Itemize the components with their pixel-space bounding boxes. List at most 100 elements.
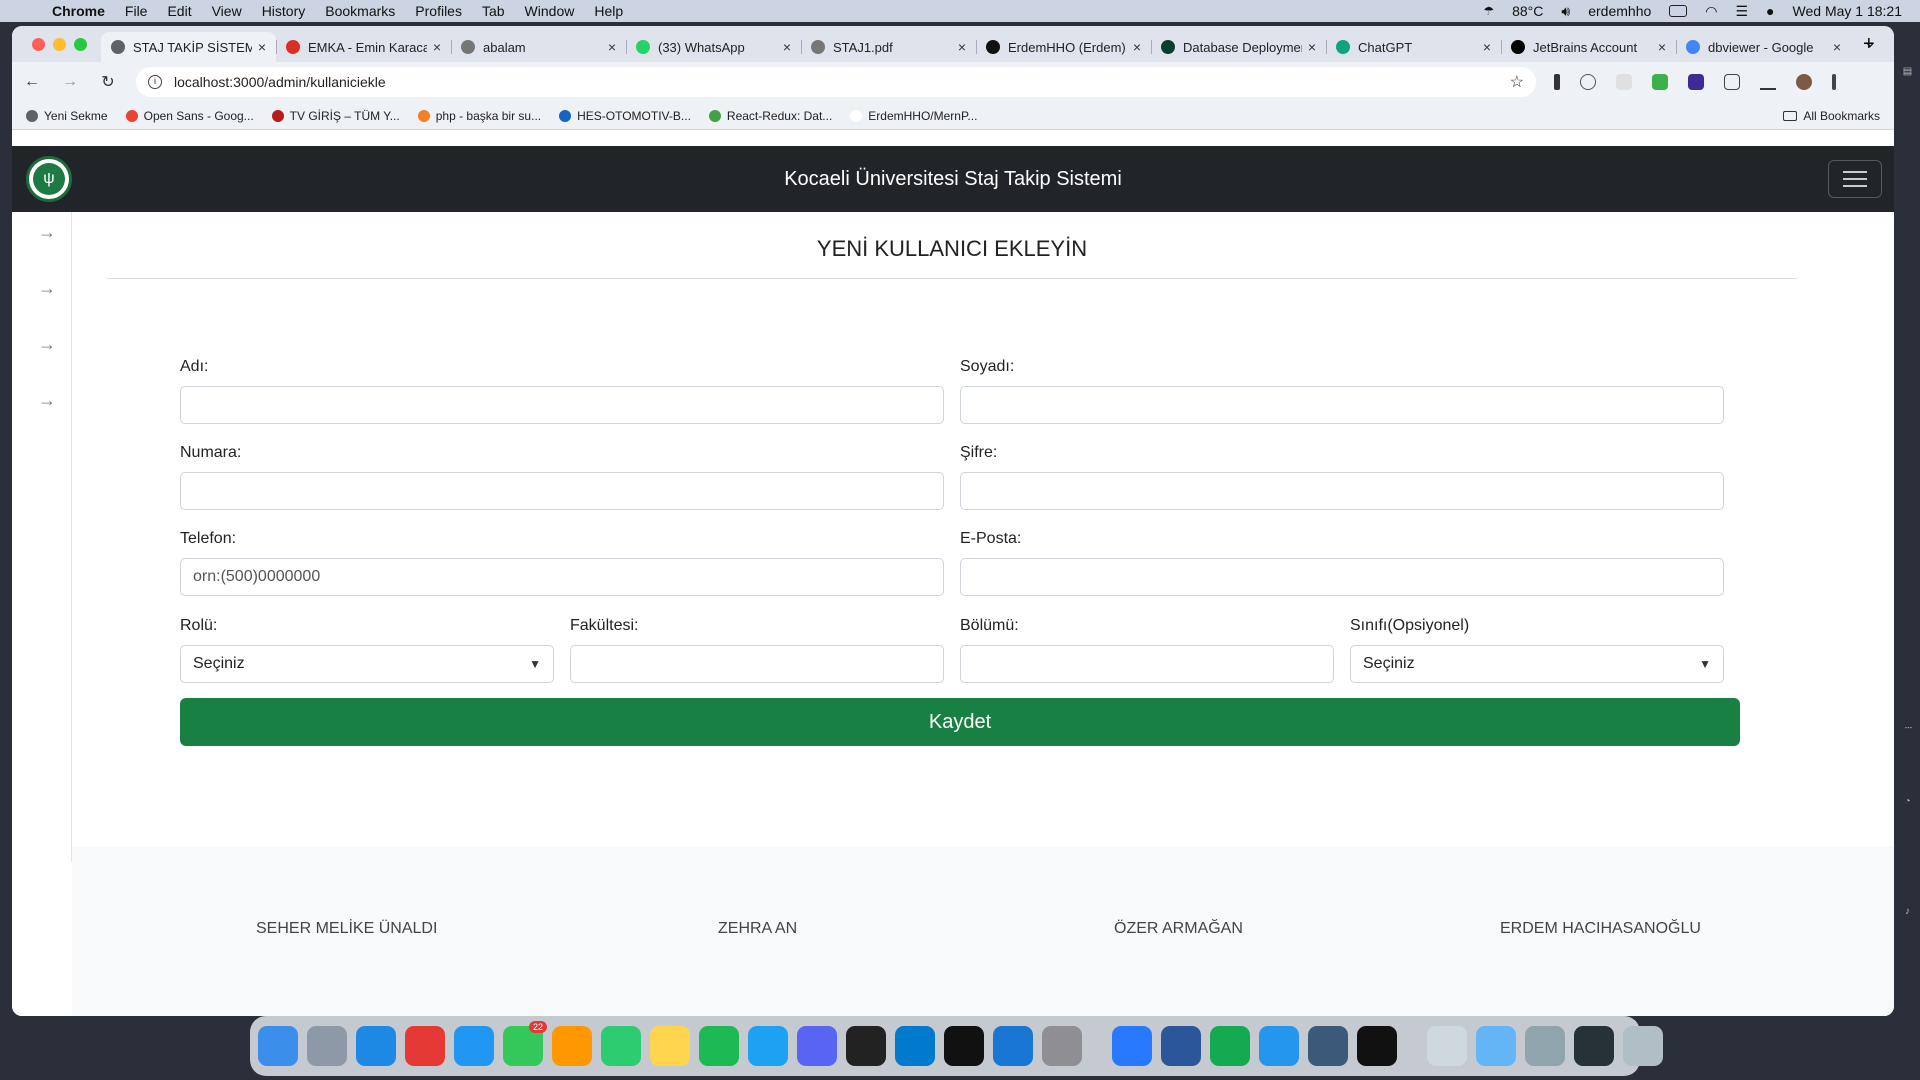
twitter-icon[interactable] (748, 1026, 788, 1066)
arrow-right-icon[interactable]: → (38, 390, 56, 411)
discord-icon[interactable] (797, 1026, 837, 1066)
menu-history[interactable]: History (262, 3, 306, 19)
control-center-icon[interactable]: ☰ (1735, 3, 1748, 20)
browser-tab[interactable]: dbviewer - Google × (1676, 32, 1851, 62)
close-tab-icon[interactable]: × (1658, 39, 1666, 55)
bookmark-item[interactable]: HES-OTOMOTIV-B... (559, 109, 691, 123)
browser-tab[interactable]: Database Deployments × (1151, 32, 1326, 62)
webstorm-icon[interactable] (944, 1026, 984, 1066)
folder-icon[interactable] (1476, 1026, 1516, 1066)
volume-icon[interactable]: 🔊︎ (1561, 3, 1570, 20)
close-tab-icon[interactable]: × (1133, 39, 1141, 55)
arrow-right-icon[interactable]: → (38, 334, 56, 355)
code-extension-icon[interactable] (1580, 74, 1596, 90)
first-name-input[interactable] (180, 386, 944, 424)
trash-icon[interactable] (1623, 1026, 1663, 1066)
temperature-icon[interactable]: ☂ (1483, 4, 1494, 18)
screenshot-icon[interactable] (1525, 1026, 1565, 1066)
browser-tab[interactable]: (33) WhatsApp × (626, 32, 801, 62)
facetime-icon[interactable] (601, 1026, 641, 1066)
close-window-icon[interactable] (32, 37, 45, 51)
phone-input[interactable]: orn:(500)0000000 (180, 558, 944, 596)
structure-panel-icon[interactable]: ⁝ (1902, 726, 1913, 729)
back-icon[interactable]: ← (22, 73, 42, 91)
mail-icon[interactable] (454, 1026, 494, 1066)
more-menu-icon[interactable] (1832, 74, 1836, 90)
clock[interactable]: Wed May 1 18:21 (1793, 3, 1902, 19)
user-name[interactable]: erdemhho (1588, 3, 1651, 19)
xcode-icon[interactable] (993, 1026, 1033, 1066)
safari-icon[interactable] (356, 1026, 396, 1066)
browser-tab[interactable]: JetBrains Account × (1501, 32, 1676, 62)
number-input[interactable] (180, 472, 944, 510)
minimize-window-icon[interactable] (53, 37, 66, 51)
bookmark-item[interactable]: ErdemHHO/MernP... (850, 109, 977, 123)
battery-icon[interactable] (1669, 5, 1688, 17)
arrow-right-icon[interactable]: → (38, 222, 56, 243)
blank-extension-icon[interactable] (1616, 74, 1632, 90)
close-tab-icon[interactable]: × (1483, 39, 1491, 55)
grad-cap-extension-icon[interactable] (1688, 74, 1704, 90)
forward-icon[interactable]: → (60, 73, 80, 91)
vscode-icon[interactable] (895, 1026, 935, 1066)
menu-tab[interactable]: Tab (482, 3, 505, 19)
bookmark-item[interactable]: Open Sans - Goog... (125, 109, 254, 123)
site-info-icon[interactable]: i (148, 75, 162, 89)
browser-tab[interactable]: EMKA - Emin Karaca × (276, 32, 451, 62)
profile-avatar[interactable] (1796, 74, 1812, 90)
terminal-icon[interactable] (846, 1026, 886, 1066)
preview-icon[interactable] (1427, 1026, 1467, 1066)
bookmark-item[interactable]: php - başka bir su... (417, 109, 541, 123)
notifications-panel-icon[interactable]: ♪ (1902, 906, 1913, 917)
finder-icon[interactable] (258, 1026, 298, 1066)
datagrip-icon[interactable] (1357, 1026, 1397, 1066)
menu-app-name[interactable]: Chrome (52, 3, 105, 19)
photos-icon[interactable] (552, 1026, 592, 1066)
download-icon[interactable] (1760, 74, 1776, 90)
bookmark-item[interactable]: TV GİRİŞ – TÜM Y... (271, 109, 400, 123)
hamburger-menu-button[interactable] (1828, 160, 1882, 198)
files-panel-icon[interactable]: ▤ (1902, 66, 1913, 77)
launchpad-icon[interactable] (307, 1026, 347, 1066)
settings-icon[interactable] (1042, 1026, 1082, 1066)
bookmark-star-icon[interactable]: ☆ (1510, 72, 1524, 92)
browser-tab[interactable]: abalam × (451, 32, 626, 62)
role-select[interactable]: Seçiniz ▼ (180, 645, 554, 683)
close-tab-icon[interactable]: × (258, 39, 266, 55)
pen-extension-icon[interactable] (1554, 74, 1560, 90)
mysql-workbench-icon[interactable] (1308, 1026, 1348, 1066)
url-text[interactable]: localhost:3000/admin/kullaniciekle (174, 74, 386, 90)
class-select[interactable]: Seçiniz ▼ (1350, 645, 1724, 683)
department-input[interactable] (960, 645, 1334, 683)
faculty-input[interactable] (570, 645, 944, 683)
coverage-panel-icon[interactable]: ◔ (1902, 796, 1913, 807)
close-tab-icon[interactable]: × (958, 39, 966, 55)
zoom-window-icon[interactable] (74, 37, 87, 51)
menu-help[interactable]: Help (594, 3, 623, 19)
menu-file[interactable]: File (125, 3, 148, 19)
siri-icon[interactable]: ● (1766, 3, 1774, 19)
university-logo[interactable]: ψ (26, 156, 72, 202)
wifi-icon[interactable]: ◠ (1705, 3, 1717, 20)
messages-icon[interactable]: 22 (503, 1021, 547, 1066)
browser-tab[interactable]: ErdemHHO (Erdem) × (976, 32, 1151, 62)
close-tab-icon[interactable]: × (433, 39, 441, 55)
fork-icon[interactable] (1112, 1026, 1152, 1066)
bookmark-item[interactable]: Yeni Sekme (26, 109, 108, 123)
menu-view[interactable]: View (212, 3, 242, 19)
menu-bookmarks[interactable]: Bookmarks (325, 3, 395, 19)
browser-tab[interactable]: ChatGPT × (1326, 32, 1501, 62)
close-tab-icon[interactable]: × (608, 39, 616, 55)
spotify-icon[interactable] (699, 1026, 739, 1066)
menu-profiles[interactable]: Profiles (415, 3, 462, 19)
browser-tab[interactable]: STAJ TAKİP SİSTEMİ × (101, 32, 276, 62)
close-tab-icon[interactable]: × (1308, 39, 1316, 55)
save-button[interactable]: Kaydet (180, 698, 1740, 746)
puzzle-extensions-icon[interactable] (1724, 74, 1740, 90)
word-icon[interactable] (1161, 1026, 1201, 1066)
screen-icon[interactable] (1574, 1026, 1614, 1066)
mongodb-icon[interactable] (1210, 1026, 1250, 1066)
password-input[interactable] (960, 472, 1724, 510)
close-tab-icon[interactable]: × (1833, 39, 1841, 55)
address-bar[interactable]: i localhost:3000/admin/kullaniciekle ☆ (136, 67, 1536, 97)
